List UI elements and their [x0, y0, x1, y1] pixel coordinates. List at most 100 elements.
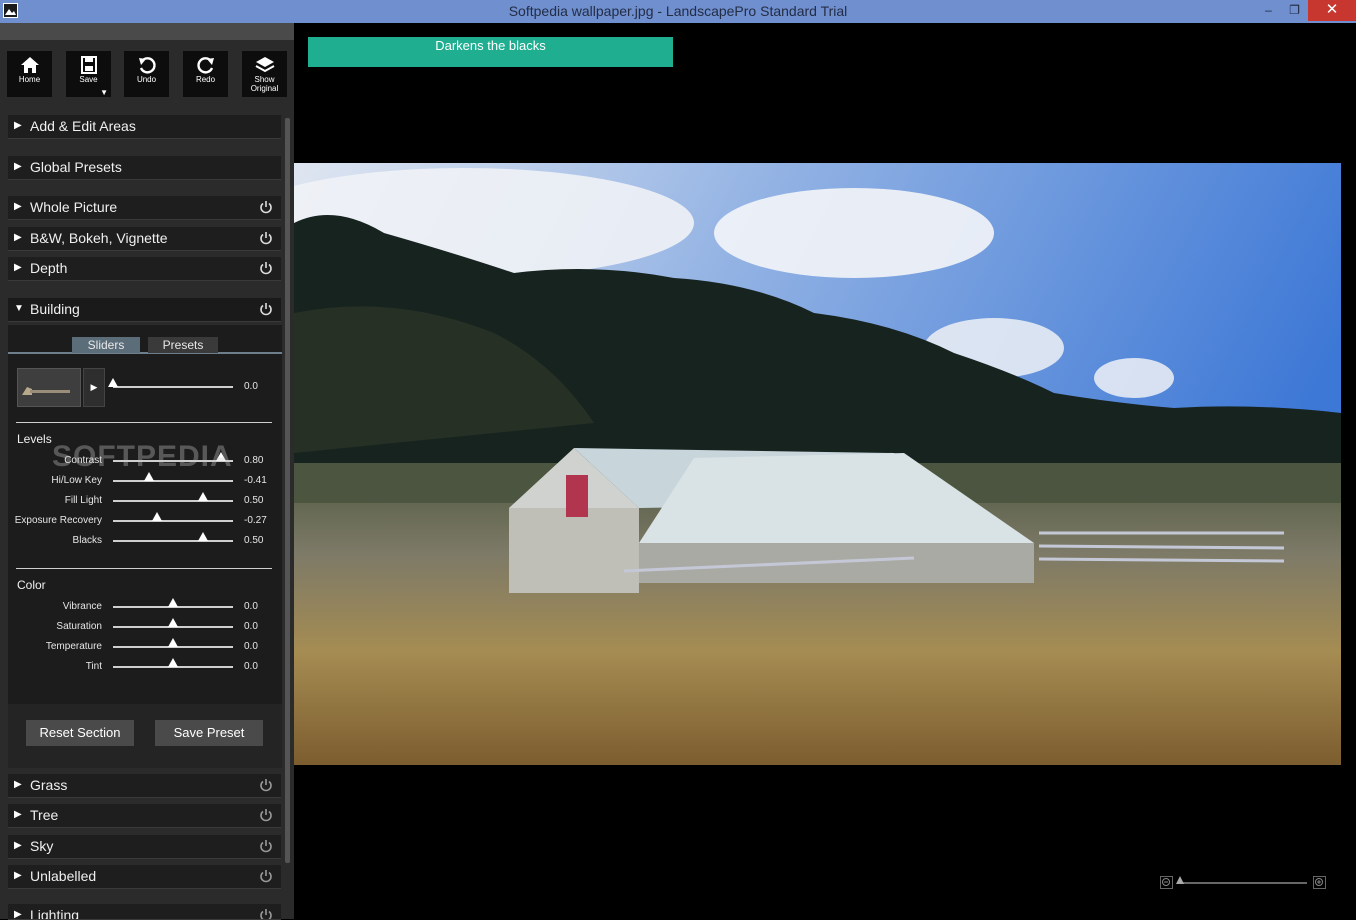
- undo-icon: [138, 57, 156, 74]
- section-label: B&W, Bokeh, Vignette: [30, 230, 168, 246]
- divider: [16, 422, 272, 423]
- section-depth[interactable]: ▶ Depth: [8, 257, 281, 281]
- section-label: Add & Edit Areas: [30, 118, 136, 134]
- section-tree[interactable]: ▶ Tree: [8, 804, 281, 828]
- slider-track[interactable]: [113, 658, 233, 668]
- area-strength-slider[interactable]: [108, 378, 233, 388]
- sidebar-top-strip: [0, 23, 294, 40]
- redo-icon: [196, 57, 214, 74]
- power-icon[interactable]: [259, 908, 273, 920]
- section-bw-bokeh-vignette[interactable]: ▶ B&W, Bokeh, Vignette: [8, 227, 281, 251]
- color-title: Color: [17, 578, 46, 592]
- title-bar: Softpedia wallpaper.jpg - LandscapePro S…: [0, 0, 1356, 23]
- slider-label: Hi/Low Key: [51, 475, 102, 486]
- section-global-presets[interactable]: ▶ Global Presets: [8, 156, 281, 180]
- slider-handle[interactable]: [168, 658, 178, 667]
- slider-track[interactable]: [113, 512, 233, 522]
- play-icon[interactable]: ▶: [83, 368, 105, 407]
- home-button[interactable]: Home: [7, 51, 52, 97]
- power-icon[interactable]: [259, 302, 273, 316]
- slider-track[interactable]: [113, 492, 233, 502]
- divider: [16, 568, 272, 569]
- slider-track[interactable]: [113, 598, 233, 608]
- power-icon[interactable]: [259, 261, 273, 275]
- window-title: Softpedia wallpaper.jpg - LandscapePro S…: [508, 3, 848, 19]
- section-whole-picture[interactable]: ▶ Whole Picture: [8, 196, 281, 220]
- slider-handle[interactable]: [151, 512, 162, 521]
- close-button[interactable]: ✕: [1308, 0, 1356, 21]
- levels-title: Levels: [17, 432, 52, 446]
- section-unlabelled[interactable]: ▶ Unlabelled: [8, 865, 281, 889]
- section-building[interactable]: ▼ Building: [8, 298, 281, 322]
- power-icon[interactable]: [259, 869, 273, 883]
- save-preset-button[interactable]: Save Preset: [155, 720, 263, 746]
- redo-label: Redo: [195, 75, 216, 84]
- power-icon[interactable]: [259, 778, 273, 792]
- show-original-button[interactable]: Show Original: [242, 51, 287, 97]
- slider-handle[interactable]: [108, 378, 118, 387]
- slider-label: Exposure Recovery: [14, 515, 102, 526]
- slider-value: 0.0: [244, 641, 258, 652]
- save-label: Save: [79, 75, 98, 84]
- power-icon[interactable]: [259, 231, 273, 245]
- slider-track[interactable]: [113, 532, 233, 542]
- section-label: Unlabelled: [30, 868, 97, 884]
- softpedia-watermark: SOFTPEDIA: [52, 440, 233, 473]
- zoom-slider-handle[interactable]: [1176, 876, 1184, 884]
- layers-icon: [255, 57, 274, 73]
- section-label: Global Presets: [30, 159, 122, 175]
- save-button[interactable]: Save ▼: [66, 51, 111, 97]
- redo-button[interactable]: Redo: [183, 51, 228, 97]
- slider-handle[interactable]: [198, 492, 208, 501]
- slider-value: 0.50: [244, 495, 264, 506]
- undo-button[interactable]: Undo: [124, 51, 169, 97]
- tab-sliders[interactable]: Sliders: [72, 337, 140, 353]
- sidebar-scrollbar[interactable]: [285, 118, 290, 863]
- home-label: Home: [18, 75, 41, 84]
- slider-label: Tint: [85, 661, 102, 672]
- section-sky[interactable]: ▶ Sky: [8, 835, 281, 859]
- zoom-slider[interactable]: [1176, 876, 1307, 884]
- section-label: Sky: [30, 838, 54, 854]
- slider-value: 0.80: [244, 455, 264, 466]
- expand-arrow-icon: ▶: [14, 232, 22, 243]
- slider-track[interactable]: [113, 638, 233, 648]
- expand-arrow-icon: ▶: [14, 809, 22, 820]
- photo-canvas[interactable]: [294, 163, 1341, 765]
- tooltip: Darkens the blacks: [308, 37, 673, 67]
- tab-bar: Sliders Presets: [8, 325, 282, 354]
- section-add-edit-areas[interactable]: ▶ Add & Edit Areas: [8, 115, 281, 139]
- slider-label: Vibrance: [62, 601, 102, 612]
- home-icon: [20, 57, 39, 73]
- power-icon[interactable]: [259, 200, 273, 214]
- area-thumbnail[interactable]: [17, 368, 81, 407]
- section-lighting[interactable]: ▶ Lighting: [8, 904, 281, 920]
- zoom-out-icon[interactable]: [1160, 876, 1173, 889]
- power-icon[interactable]: [259, 808, 273, 822]
- tab-presets[interactable]: Presets: [148, 337, 218, 353]
- slider-handle[interactable]: [168, 638, 178, 647]
- reset-section-button[interactable]: Reset Section: [26, 720, 134, 746]
- slider-value: 0.50: [244, 535, 264, 546]
- slider-track[interactable]: [113, 618, 233, 628]
- minimize-button[interactable]: –: [1255, 0, 1282, 21]
- section-label: Lighting: [30, 907, 80, 920]
- slider-value: -0.41: [244, 475, 267, 486]
- power-icon[interactable]: [259, 839, 273, 853]
- expand-arrow-icon: ▶: [14, 161, 22, 172]
- section-grass[interactable]: ▶ Grass: [8, 774, 281, 798]
- save-dropdown-icon[interactable]: ▼: [100, 88, 108, 97]
- undo-label: Undo: [136, 75, 157, 84]
- slider-handle[interactable]: [168, 598, 178, 607]
- section-buttons: Reset Section Save Preset: [8, 704, 282, 768]
- slider-label: Blacks: [72, 535, 102, 546]
- expand-arrow-icon: ▶: [14, 201, 22, 212]
- slider-handle[interactable]: [198, 532, 208, 541]
- maximize-button[interactable]: ❐: [1281, 0, 1308, 21]
- building-panel: Sliders Presets ▶ 0.0 Levels Contrast 0.8…: [8, 325, 282, 760]
- show-original-label: Show Original: [250, 75, 279, 93]
- slider-handle[interactable]: [168, 618, 178, 627]
- zoom-in-icon[interactable]: [1313, 876, 1326, 889]
- slider-value: 0.0: [244, 621, 258, 632]
- slider-track[interactable]: [113, 472, 233, 482]
